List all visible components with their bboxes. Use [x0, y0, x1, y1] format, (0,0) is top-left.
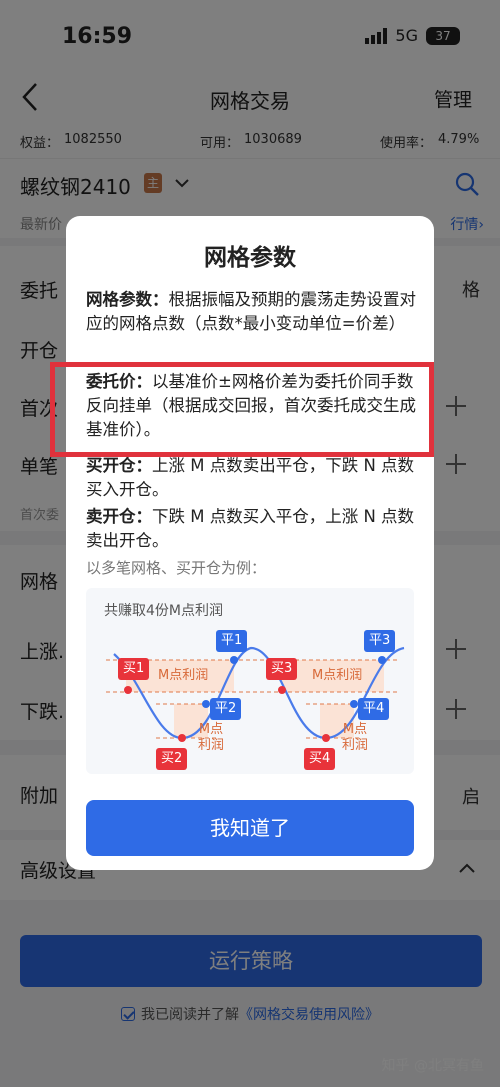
close3-tag: 平3 [364, 630, 396, 652]
grid-diagram: 共赚取4份M点利润 买1 平1 平2 买2 买3 平3 平4 买4 M点利润 M… [86, 588, 414, 774]
small-profit-label: M点 利润 [341, 722, 368, 753]
close4-tag: 平4 [358, 698, 390, 720]
small-profit-label: M点 利润 [197, 722, 224, 753]
close1-tag: 平1 [216, 630, 248, 652]
buy3-tag: 买3 [266, 658, 298, 680]
profit-label: M点利润 [158, 668, 209, 683]
sell-open-desc: 卖开仓：下跌 M 点数买入平仓，上涨 N 点数卖出开仓。 [86, 507, 415, 550]
highlight-box [50, 362, 434, 457]
example-caption: 以多笔网格、买开仓为例： [86, 559, 267, 577]
grid-params-modal: 网格参数 网格参数：根据振幅及预期的震荡走势设置对应的网格点数（点数*最小变动单… [66, 216, 434, 870]
buy1-tag: 买1 [118, 658, 150, 680]
got-it-button[interactable]: 我知道了 [86, 800, 414, 856]
close2-tag: 平2 [210, 698, 242, 720]
grid-params-desc: 网格参数：根据振幅及预期的震荡走势设置对应的网格点数（点数*最小变动单位=价差） [86, 290, 416, 333]
profit-label: M点利润 [312, 668, 363, 683]
modal-title: 网格参数 [204, 245, 296, 271]
buy4-tag: 买4 [304, 748, 336, 770]
buy-open-desc: 买开仓：上涨 M 点数卖出平仓，下跌 N 点数买入开仓。 [86, 456, 415, 499]
buy2-tag: 买2 [156, 748, 188, 770]
